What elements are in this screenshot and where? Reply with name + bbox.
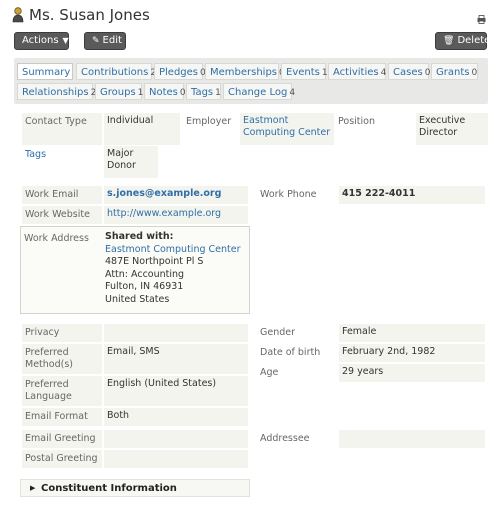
tab-count: 1 xyxy=(137,88,144,98)
tab-label: Memberships xyxy=(210,67,278,78)
trash-icon: 🗑 xyxy=(443,36,455,46)
privacy-label: Privacy xyxy=(22,324,102,342)
page-title: Ms. Susan Jones xyxy=(29,6,150,24)
edit-button[interactable]: ✎ Edit xyxy=(84,32,126,50)
dob-label: Date of birth xyxy=(260,347,321,358)
tab-count: 0 xyxy=(179,88,186,98)
accordion-title: Constituent Information xyxy=(41,483,177,494)
print-icon[interactable] xyxy=(477,15,486,24)
tab-change-log[interactable]: Change Log 4 xyxy=(223,83,296,100)
actions-button-label: Actions xyxy=(22,35,59,46)
tab-count: 0 xyxy=(424,68,431,78)
preferred-language-value: English (United States) xyxy=(104,376,248,406)
shared-with-value[interactable]: Eastmont Computing Center xyxy=(105,244,241,257)
shared-with-link[interactable]: Eastmont Computing Center xyxy=(105,244,241,255)
tab-label: Pledges xyxy=(159,67,199,78)
address-line: 487E Northpoint Pl S xyxy=(105,256,204,267)
work-address-lines: Shared with: Eastmont Computing Center 4… xyxy=(105,231,241,306)
tags-value: Major Donor xyxy=(104,146,158,178)
work-email-link[interactable]: s.jones@example.org xyxy=(107,188,221,199)
employer-value[interactable]: Eastmont Computing Center xyxy=(240,113,334,145)
tab-memberships[interactable]: Memberships0 xyxy=(205,63,285,80)
shared-with-label: Shared with: xyxy=(105,231,174,242)
triangle-right-icon: ▶ xyxy=(30,484,36,492)
tab-label: Notes xyxy=(149,87,178,98)
employer-label: Employer xyxy=(186,116,232,127)
contact-tabs: Summary Contributions2 Pledges0 Membersh… xyxy=(14,58,488,104)
employer-link[interactable]: Eastmont Computing Center xyxy=(243,115,330,138)
edit-button-label: Edit xyxy=(102,35,122,46)
age-value: 29 years xyxy=(339,364,485,382)
pencil-icon: ✎ xyxy=(92,36,100,46)
address-line: Fulton, IN 46931 xyxy=(105,281,184,292)
tab-count: 4 xyxy=(289,88,296,98)
addressee-value xyxy=(339,430,485,448)
work-phone-value: 415 222-4011 xyxy=(339,186,485,204)
delete-button[interactable]: 🗑 Delete xyxy=(435,32,491,50)
tab-label: Change Log xyxy=(228,87,288,98)
tab-count: 1 xyxy=(215,88,221,98)
addressee-label: Addressee xyxy=(260,433,310,444)
tags-label[interactable]: Tags xyxy=(25,149,101,161)
tab-count: 1 xyxy=(321,68,328,78)
delete-button-label: Delete xyxy=(457,35,491,46)
preferred-language-label: Preferred Language xyxy=(22,376,102,406)
tab-count: 4 xyxy=(380,68,387,78)
tab-grants[interactable]: Grants 0 xyxy=(431,63,478,80)
work-address-label: Work Address xyxy=(24,233,89,244)
age-label: Age xyxy=(260,367,279,378)
preferred-method-value: Email, SMS xyxy=(104,344,248,374)
tab-tags[interactable]: Tags 1 xyxy=(186,83,221,100)
tab-activities[interactable]: Activities 4 xyxy=(328,63,386,80)
email-format-value: Both xyxy=(104,408,248,426)
tab-pledges[interactable]: Pledges 0 xyxy=(154,63,206,80)
person-icon xyxy=(12,7,24,23)
position-value: Executive Director xyxy=(416,113,488,145)
work-website-label: Work Website xyxy=(22,206,102,224)
address-line: Attn: Accounting xyxy=(105,268,185,280)
work-website-link[interactable]: http://www.example.org xyxy=(107,208,221,219)
actions-button[interactable]: Actions ▼ xyxy=(14,32,69,50)
tab-label: Tags xyxy=(191,87,214,98)
contact-type-label: Contact Type xyxy=(22,113,102,145)
contact-type-value: Individual xyxy=(104,113,180,145)
privacy-value xyxy=(104,324,248,342)
work-phone-label: Work Phone xyxy=(260,189,317,200)
tab-label: Groups xyxy=(100,87,136,98)
tab-count: 0 xyxy=(471,68,478,78)
gender-value: Female xyxy=(339,324,485,342)
email-greeting-label: Email Greeting xyxy=(22,430,102,448)
postal-greeting-value xyxy=(104,450,248,468)
page-header: Ms. Susan Jones xyxy=(12,6,490,28)
tab-relationships[interactable]: Relationships 2 xyxy=(17,83,96,100)
tags-link[interactable]: Tags xyxy=(25,149,46,160)
tab-cases[interactable]: Cases 0 xyxy=(388,63,431,80)
tab-label: Relationships xyxy=(22,87,89,98)
work-address-box: Work Address Shared with: Eastmont Compu… xyxy=(20,226,250,314)
work-email-value[interactable]: s.jones@example.org xyxy=(104,186,248,204)
email-greeting-value xyxy=(104,430,248,448)
email-format-label: Email Format xyxy=(22,408,102,426)
tab-events[interactable]: Events 1 xyxy=(281,63,328,80)
dob-value: February 2nd, 1982 xyxy=(339,344,485,362)
tab-label: Cases xyxy=(393,67,423,78)
gender-label: Gender xyxy=(260,327,296,338)
constituent-info-accordion[interactable]: ▶ Constituent Information xyxy=(20,479,250,497)
tab-label: Contributions xyxy=(81,67,149,78)
tab-label: Grants xyxy=(436,67,470,78)
tab-summary[interactable]: Summary xyxy=(17,63,73,80)
preferred-method-label: Preferred Method(s) xyxy=(22,344,102,374)
chevron-down-icon: ▼ xyxy=(62,36,69,45)
tab-label: Events xyxy=(286,67,320,78)
work-website-value[interactable]: http://www.example.org xyxy=(104,206,248,224)
position-label: Position xyxy=(338,116,375,127)
tab-contributions[interactable]: Contributions2 xyxy=(76,63,156,80)
address-line: United States xyxy=(105,293,170,305)
postal-greeting-label: Postal Greeting xyxy=(22,450,102,468)
tab-label: Activities xyxy=(333,67,379,78)
tab-label: Summary xyxy=(22,67,71,78)
work-email-label: Work Email xyxy=(22,186,102,204)
tab-groups[interactable]: Groups 1 xyxy=(95,83,144,100)
tab-notes[interactable]: Notes 0 xyxy=(144,83,186,100)
